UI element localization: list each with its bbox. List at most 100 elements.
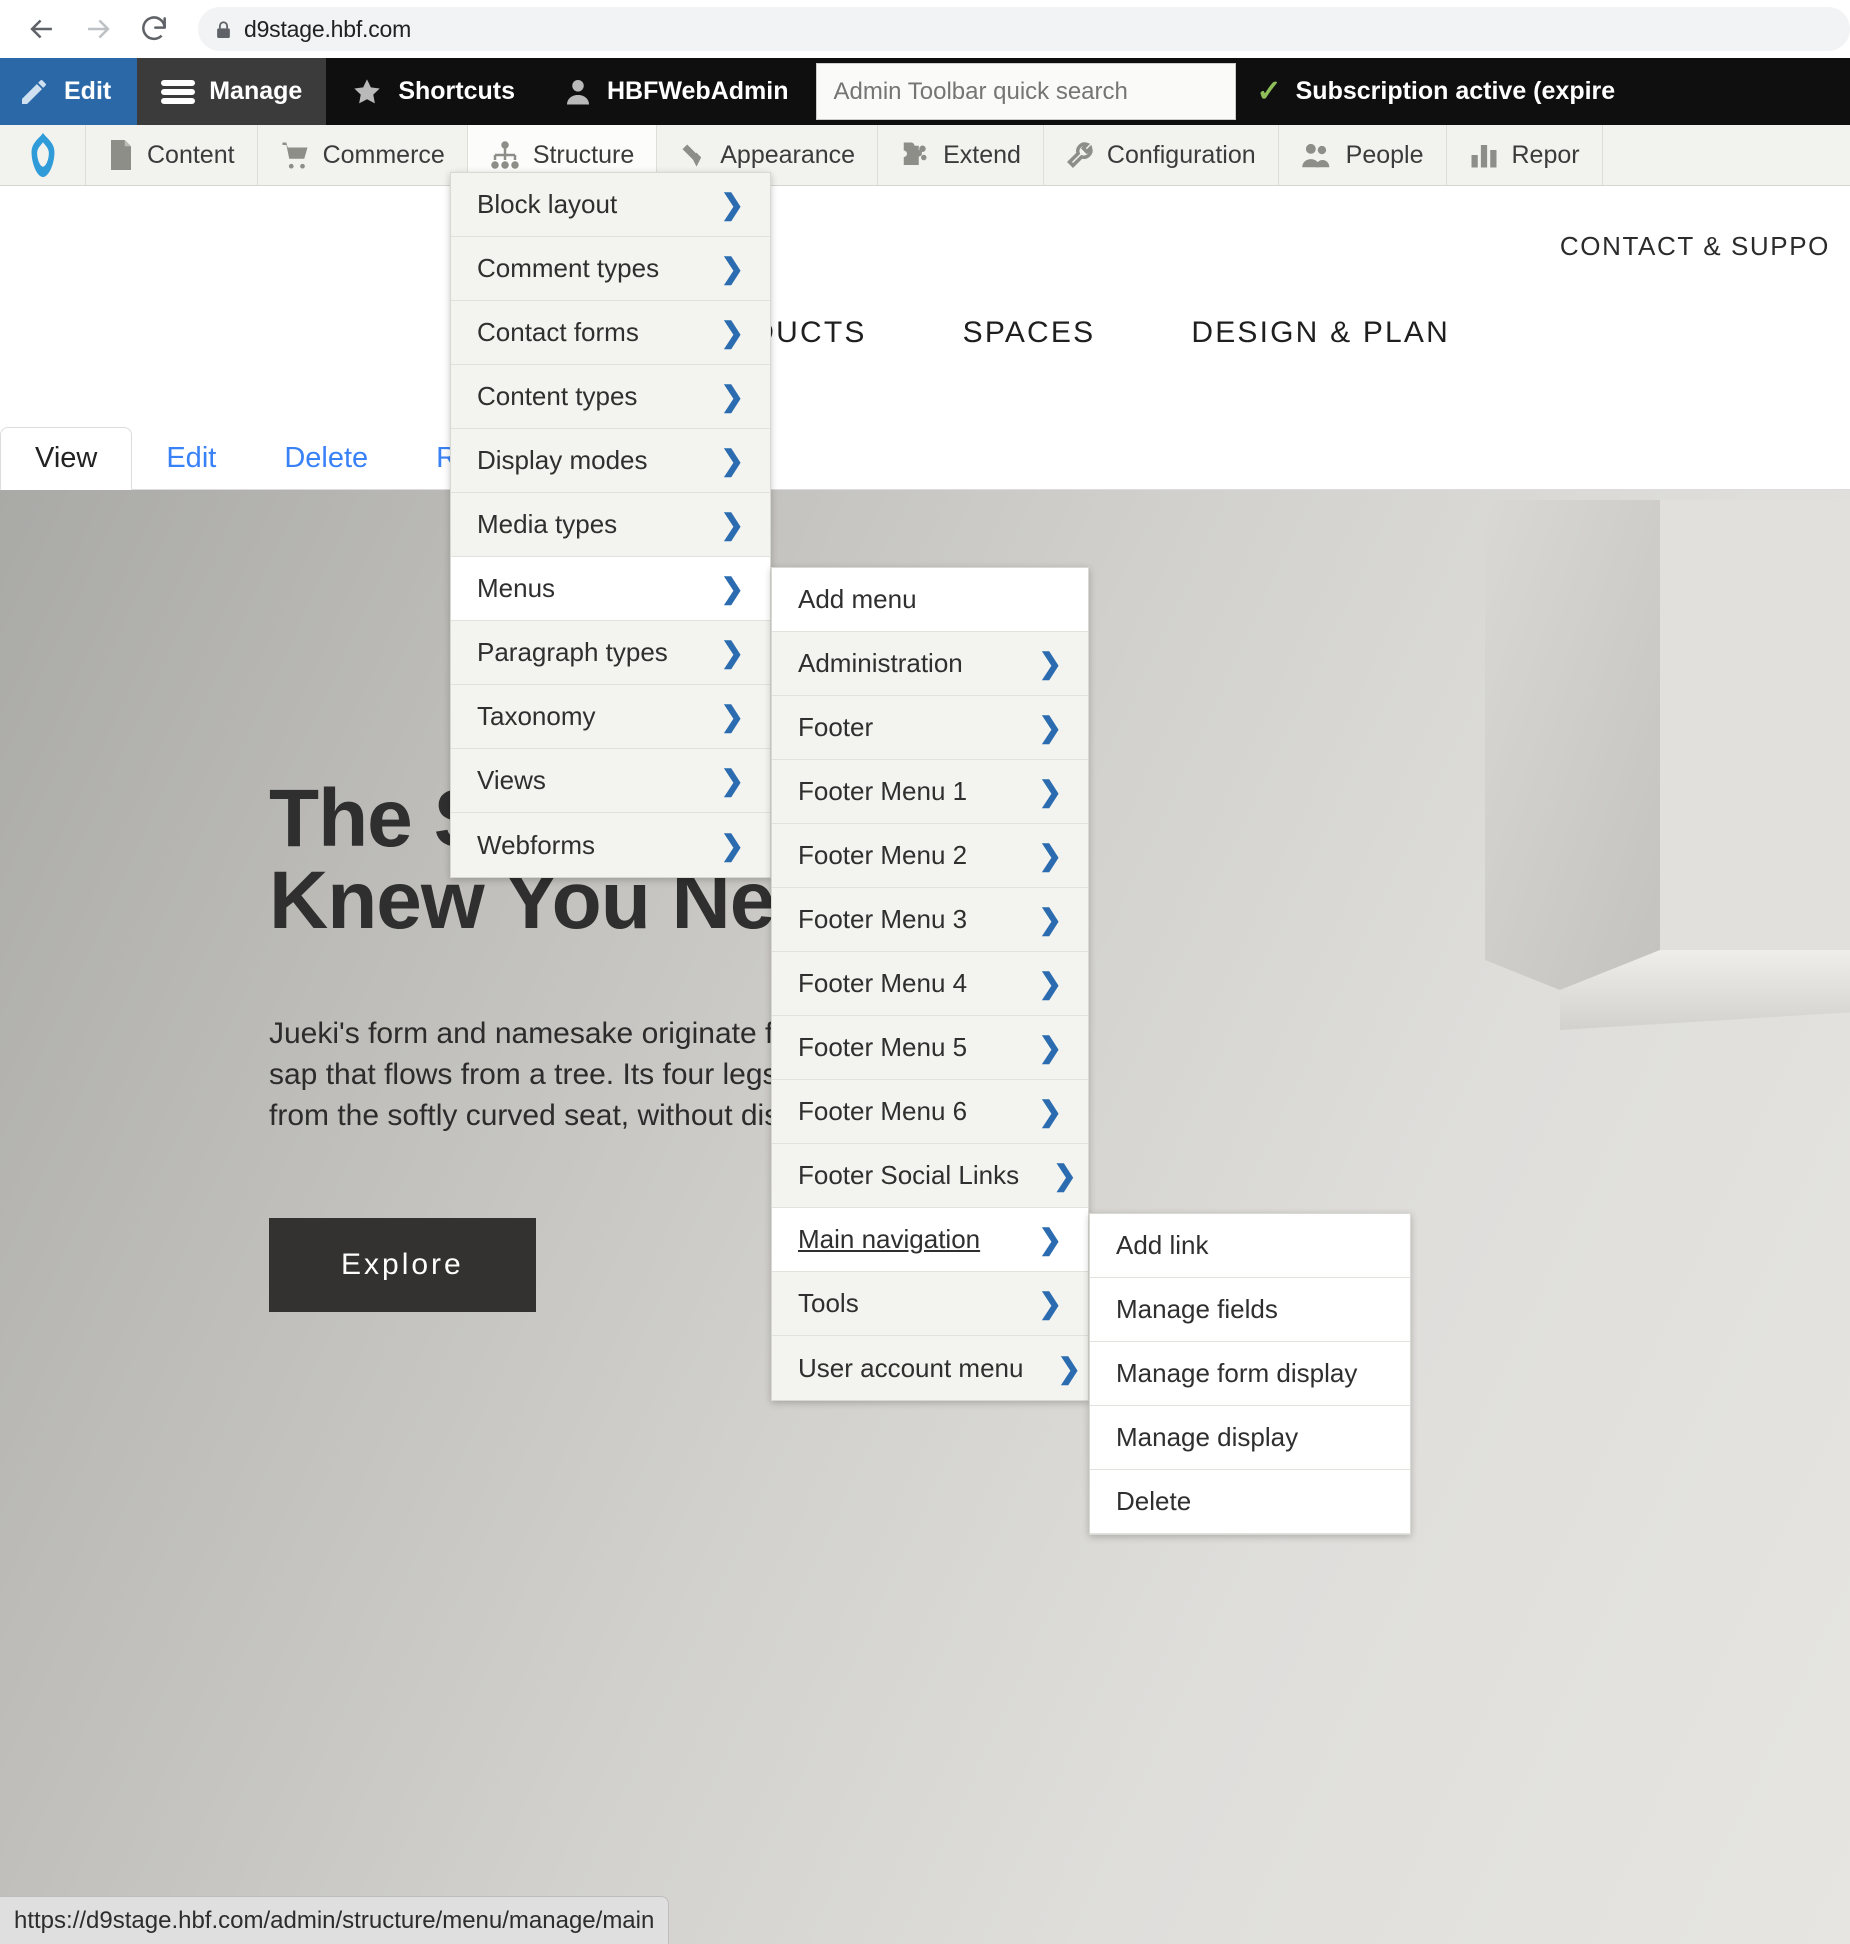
menu-item-label: Administration [798,648,963,679]
menu-item-add-menu[interactable]: Add menu [772,568,1088,632]
menu-item-label: Footer Menu 4 [798,968,967,999]
menu-item-menus[interactable]: Menus❯ [451,557,770,621]
chevron-right-icon: ❯ [1039,711,1062,744]
menu-item-views[interactable]: Views❯ [451,749,770,813]
menu-item-contact-forms[interactable]: Contact forms❯ [451,301,770,365]
menu-item-label: Block layout [477,189,617,220]
admin-menu-label: Extend [943,141,1021,170]
menu-item-comment-types[interactable]: Comment types❯ [451,237,770,301]
menu-item-label: Media types [477,509,617,540]
reload-icon[interactable] [126,0,182,58]
menu-item-label: Add link [1116,1230,1209,1261]
explore-button[interactable]: Explore [269,1218,536,1312]
toolbar-edit-button[interactable]: Edit [0,58,137,125]
menu-item-manage-display[interactable]: Manage display [1090,1406,1410,1470]
menu-item-footer-menu-1[interactable]: Footer Menu 1❯ [772,760,1088,824]
menu-item-webforms[interactable]: Webforms ❯ [451,813,770,877]
menu-item-taxonomy[interactable]: Taxonomy❯ [451,685,770,749]
menu-item-add-link[interactable]: Add link [1090,1214,1410,1278]
admin-menu-label: Configuration [1107,141,1256,170]
menu-item-manage-fields[interactable]: Manage fields [1090,1278,1410,1342]
chevron-right-icon: ❯ [721,508,744,541]
toolbar-account-label: HBFWebAdmin [607,77,788,106]
local-tasks-tabs: View Edit Delete Revisio [0,408,1850,490]
status-bar-url: https://d9stage.hbf.com/admin/structure/… [14,1907,654,1935]
forward-icon[interactable] [70,0,126,58]
admin-menu-item-content[interactable]: Content [86,125,258,185]
chevron-right-icon: ❯ [1039,1287,1062,1320]
menu-item-label: Footer Menu 2 [798,840,967,871]
menu-item-paragraph-types[interactable]: Paragraph types❯ [451,621,770,685]
sitemap-icon [490,140,520,170]
menu-item-user-account-menu[interactable]: User account menu❯ [772,1336,1088,1400]
tab-view[interactable]: View [0,427,132,490]
chevron-right-icon: ❯ [1039,1223,1062,1256]
menu-item-footer-menu-2[interactable]: Footer Menu 2 ❯ [772,824,1088,888]
chevron-right-icon: ❯ [1057,1352,1080,1385]
menu-item-label: Contact forms [477,317,639,348]
chevron-right-icon: ❯ [1053,1159,1076,1192]
admin-menu-item-extend[interactable]: Extend [878,125,1044,185]
menu-item-label: Footer Menu 6 [798,1096,967,1127]
menu-item-footer-menu-4[interactable]: Footer Menu 4 ❯ [772,952,1088,1016]
admin-toolbar: Edit Manage Shortcuts HBFWebAdmin ✓ Subs… [0,58,1850,125]
puzzle-piece-icon [900,140,930,170]
admin-menu-item-people[interactable]: People [1279,125,1447,185]
menus-dropdown-menu: Add menu Administration ❯ Footer ❯ Footer … [771,567,1089,1401]
site-nav-item-design-plan[interactable]: DESIGN & PLAN [1191,316,1450,350]
menu-item-display-modes[interactable]: Display modes❯ [451,429,770,493]
menu-item-main-navigation[interactable]: Main navigation❯ [772,1208,1088,1272]
toolbar-account-button[interactable]: HBFWebAdmin [539,58,812,125]
tab-edit[interactable]: Edit [132,428,250,489]
menu-item-manage-form-display[interactable]: Manage form display [1090,1342,1410,1406]
menu-item-label: Manage fields [1116,1294,1278,1325]
toolbar-shortcuts-label: Shortcuts [398,77,515,106]
admin-menu-item-commerce[interactable]: Commerce [258,125,468,185]
file-icon [108,140,134,170]
menu-item-footer[interactable]: Footer ❯ [772,696,1088,760]
status-bar: https://d9stage.hbf.com/admin/structure/… [0,1896,669,1944]
admin-menu-item-configuration[interactable]: Configuration [1044,125,1279,185]
menu-item-label: Footer [798,712,873,743]
menu-item-label: Webforms [477,830,595,861]
chevron-right-icon: ❯ [1039,967,1062,1000]
bar-chart-icon [1469,140,1499,170]
chevron-right-icon: ❯ [1039,647,1062,680]
menu-item-media-types[interactable]: Media types ❯ [451,493,770,557]
menu-item-label: Manage form display [1116,1358,1357,1389]
menu-item-label: Manage display [1116,1422,1298,1453]
menu-item-content-types[interactable]: Content types❯ [451,365,770,429]
chevron-right-icon: ❯ [1039,775,1062,808]
menu-item-label: Tools [798,1288,859,1319]
site-contact-link[interactable]: CONTACT & SUPPO [1560,231,1830,262]
address-bar[interactable]: d9stage.hbf.com [198,7,1850,51]
hamburger-icon [161,78,195,106]
menu-item-footer-social-links[interactable]: Footer Social Links❯ [772,1144,1088,1208]
menu-item-label: Menus [477,573,555,604]
admin-toolbar-search[interactable] [816,63,1236,120]
chevron-right-icon: ❯ [721,700,744,733]
menu-item-label: Delete [1116,1486,1191,1517]
toolbar-manage-button[interactable]: Manage [137,58,326,125]
drupal-drop-icon[interactable] [0,125,86,185]
menu-item-footer-menu-5[interactable]: Footer Menu 5❯ [772,1016,1088,1080]
star-icon [350,76,384,108]
admin-menu-item-reports[interactable]: Repor [1447,125,1603,185]
menu-item-footer-menu-3[interactable]: Footer Menu 3❯ [772,888,1088,952]
tab-delete[interactable]: Delete [250,428,402,489]
chevron-right-icon: ❯ [1039,1095,1062,1128]
menu-item-block-layout[interactable]: Block layout❯ [451,173,770,237]
paintbrush-icon [679,140,707,170]
site-nav-item-spaces[interactable]: SPACES [963,316,1096,350]
menu-item-delete[interactable]: Delete [1090,1470,1410,1534]
menu-item-footer-menu-6[interactable]: Footer Menu 6 ❯ [772,1080,1088,1144]
menu-item-tools[interactable]: Tools ❯ [772,1272,1088,1336]
toolbar-shortcuts-button[interactable]: Shortcuts [326,58,539,125]
search-input[interactable] [833,78,1219,106]
menu-item-administration[interactable]: Administration ❯ [772,632,1088,696]
admin-menu-label: Structure [533,141,634,170]
chevron-right-icon: ❯ [1039,1031,1062,1064]
chevron-right-icon: ❯ [721,829,744,862]
chevron-right-icon: ❯ [1039,839,1062,872]
back-icon[interactable] [14,0,70,58]
